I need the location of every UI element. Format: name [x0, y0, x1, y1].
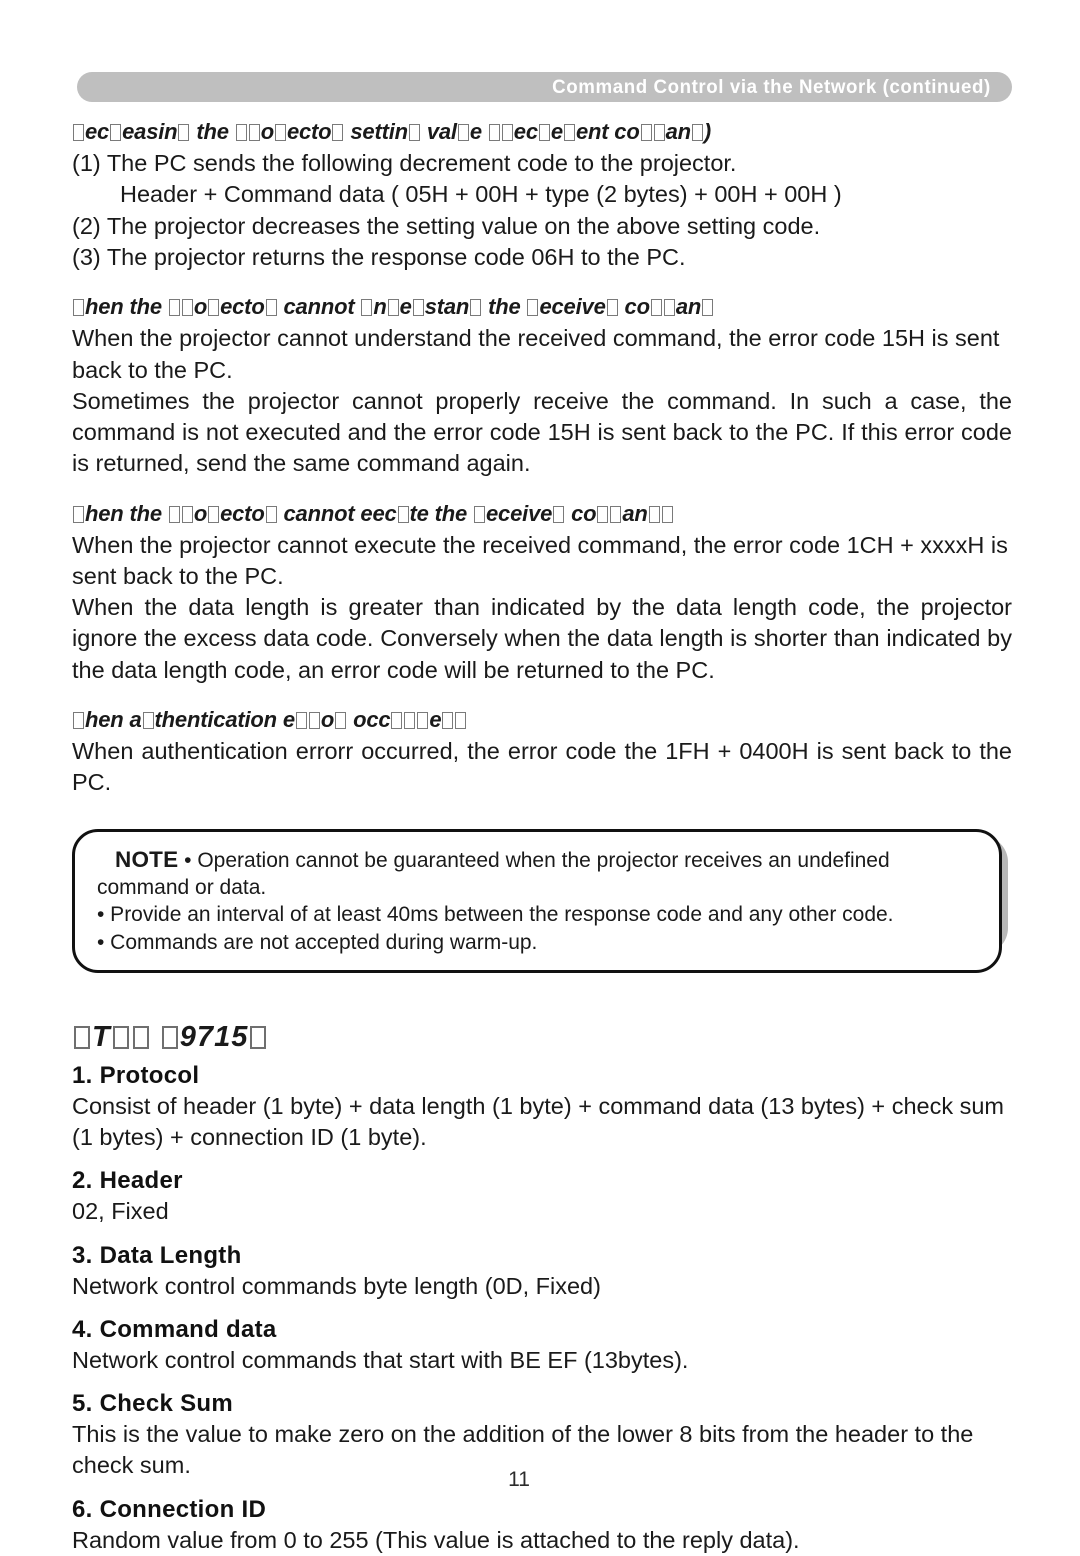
missing-glyph-box — [73, 299, 84, 317]
missing-glyph-box — [391, 711, 403, 729]
missing-glyph-box — [265, 505, 277, 523]
protocol-body-2: 02, Fixed — [72, 1198, 169, 1225]
heading-cannot-execute: hen the o ecto cannot eec te the eceive co… — [72, 500, 1012, 528]
missing-glyph-box — [606, 299, 618, 317]
running-header-bar: Command Control via the Network (continu… — [77, 72, 1012, 102]
missing-glyph-box — [412, 299, 424, 317]
note-bullet-1: NOTE • Operation cannot be guaranteed wh… — [97, 845, 977, 902]
missing-glyph-box — [250, 1025, 267, 1049]
missing-glyph-box — [650, 299, 662, 317]
page-number: 11 — [508, 1468, 530, 1491]
running-header-title: Command Control via the Network (continu… — [552, 75, 991, 98]
missing-glyph-box — [361, 299, 373, 317]
protocol-body-6: Random value from 0 to 255 (This value i… — [72, 1526, 800, 1553]
decrement-step-1: (1) The PC sends the following decrement… — [72, 150, 737, 177]
heading-cannot-understand: hen the o ecto cannot n e stan the eceive c… — [72, 293, 1012, 321]
heading-authentication-error: hen a thentication eo occ e — [72, 706, 1012, 734]
missing-glyph-box — [691, 124, 703, 141]
note-bullet-1-text: • Operation cannot be guaranteed when th… — [97, 848, 890, 899]
protocol-heading-1: 1. Protocol — [72, 1061, 200, 1089]
missing-glyph-box — [235, 124, 247, 141]
decrement-step-2: (2) The projector decreases the setting … — [72, 212, 821, 239]
document-page: Command Control via the Network (continu… — [0, 0, 1080, 1553]
missing-glyph-box — [142, 711, 154, 729]
missing-glyph-box — [274, 124, 286, 141]
note-callout: NOTE • Operation cannot be guaranteed wh… — [72, 828, 1008, 973]
missing-glyph-box — [527, 299, 539, 317]
missing-glyph-box — [442, 711, 454, 729]
missing-glyph-box — [208, 505, 220, 523]
note-bullet-3: • Commands are not accepted during warm-… — [97, 930, 538, 954]
missing-glyph-box — [110, 124, 122, 141]
protocol-heading-3: 3. Data Length — [72, 1241, 242, 1269]
note-bullet-2: • Provide an interval of at least 40ms b… — [97, 903, 894, 927]
missing-glyph-box — [181, 299, 193, 317]
missing-glyph-box — [168, 505, 180, 523]
cannot-execute-para-2: When the data length is greater than ind… — [72, 594, 1012, 683]
missing-glyph-box — [397, 505, 409, 523]
decrement-header-command-data: Header + Command data ( 05H + 00H + type… — [120, 181, 842, 208]
missing-glyph-box — [455, 711, 467, 729]
missing-glyph-box — [597, 505, 609, 523]
missing-glyph-box — [661, 505, 673, 523]
protocol-heading-5: 5. Check Sum — [72, 1390, 233, 1418]
missing-glyph-box — [73, 505, 84, 523]
missing-glyph-box — [168, 299, 180, 317]
protocol-body-4: Network control commands that start with… — [72, 1346, 689, 1373]
cannot-execute-para-1: When the projector cannot execute the re… — [72, 531, 1008, 589]
missing-glyph-box — [501, 124, 513, 141]
missing-glyph-box — [417, 711, 429, 729]
missing-glyph-box — [132, 1025, 149, 1049]
protocol-body-1: Consist of header (1 byte) + data length… — [72, 1092, 1005, 1151]
missing-glyph-box — [181, 505, 193, 523]
missing-glyph-box — [335, 711, 347, 729]
missing-glyph-box — [563, 124, 575, 141]
missing-glyph-box — [295, 711, 307, 729]
missing-glyph-box — [457, 124, 469, 141]
missing-glyph-box — [332, 124, 344, 141]
missing-glyph-box — [387, 299, 399, 317]
missing-glyph-box — [73, 711, 84, 729]
missing-glyph-box — [538, 124, 550, 141]
missing-glyph-box — [161, 1025, 178, 1049]
heading-decrement-command: ec easin the o ecto settin val e ec e ent co a… — [72, 118, 1012, 146]
protocol-heading-4: 4. Command data — [72, 1315, 277, 1343]
missing-glyph-box — [178, 124, 190, 141]
protocol-heading-2: 2. Header — [72, 1167, 183, 1195]
cannot-understand-para-2: Sometimes the projector cannot properly … — [72, 387, 1012, 477]
missing-glyph-box — [488, 124, 500, 141]
missing-glyph-box — [408, 124, 420, 141]
missing-glyph-box — [653, 124, 665, 141]
missing-glyph-box — [208, 299, 220, 317]
missing-glyph-box — [404, 711, 416, 729]
missing-glyph-box — [74, 1025, 90, 1049]
authentication-error-para: When authentication errorr occurred, the… — [72, 738, 1012, 796]
missing-glyph-box — [308, 711, 320, 729]
missing-glyph-box — [702, 299, 714, 317]
cannot-understand-para-1: When the projector cannot understand the… — [72, 325, 1000, 383]
missing-glyph-box — [248, 124, 260, 141]
missing-glyph-box — [648, 505, 660, 523]
note-box: NOTE • Operation cannot be guaranteed wh… — [72, 828, 1002, 973]
note-label: NOTE — [115, 846, 179, 872]
missing-glyph-box — [474, 505, 485, 523]
missing-glyph-box — [610, 505, 622, 523]
protocol-heading-6: 6. Connection ID — [72, 1495, 267, 1523]
missing-glyph-box — [73, 124, 84, 141]
missing-glyph-box — [265, 299, 277, 317]
missing-glyph-box — [112, 1025, 129, 1049]
missing-glyph-box — [663, 299, 675, 317]
page-content: ec easin the o ecto settin val e ec e ent co a… — [72, 118, 1012, 1556]
missing-glyph-box — [640, 124, 652, 141]
decrement-step-3: (3) The projector returns the response c… — [72, 243, 686, 270]
missing-glyph-box — [470, 299, 482, 317]
protocol-body-3: Network control commands byte length (0D… — [72, 1272, 601, 1299]
heading-protocol-port: T 9715 — [72, 1021, 1012, 1054]
missing-glyph-box — [553, 505, 565, 523]
